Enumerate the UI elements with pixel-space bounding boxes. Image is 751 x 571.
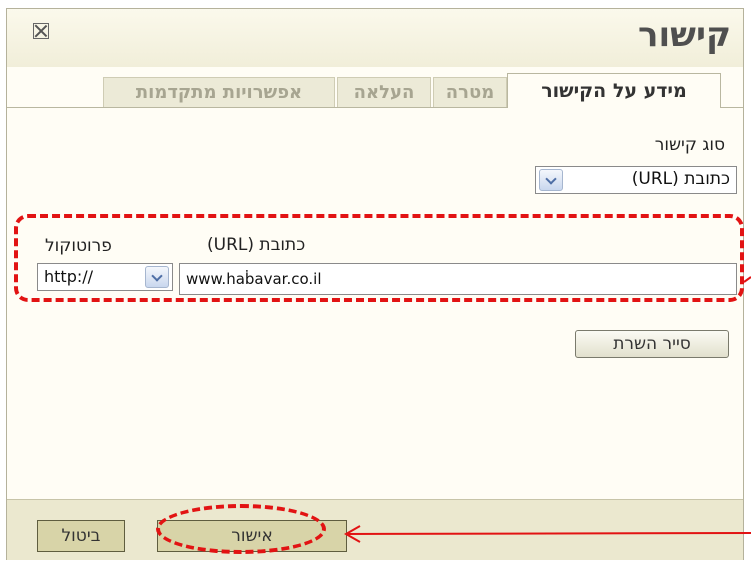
- tab-target[interactable]: מטרה: [433, 77, 507, 107]
- dialog-title: קישור: [638, 15, 731, 55]
- link-type-value: כתובת (URL): [631, 169, 730, 189]
- link-type-select[interactable]: כתובת (URL): [535, 166, 737, 194]
- dialog-title-bar[interactable]: קישור: [7, 9, 743, 67]
- close-icon[interactable]: [33, 23, 49, 39]
- tab-link-info[interactable]: מידע על הקישור: [507, 73, 721, 108]
- chevron-down-icon[interactable]: [539, 169, 563, 191]
- tab-upload[interactable]: העלאה: [337, 77, 431, 107]
- url-input[interactable]: [179, 263, 737, 295]
- browse-server-button[interactable]: סייר השרת: [575, 330, 729, 358]
- chevron-down-icon[interactable]: [145, 266, 169, 288]
- protocol-select[interactable]: http://: [37, 263, 173, 291]
- cancel-button[interactable]: ביטול: [37, 520, 125, 552]
- url-label: כתובת (URL): [207, 235, 306, 255]
- ok-button[interactable]: אישור: [157, 520, 347, 552]
- url-arrow-line: [743, 276, 751, 283]
- protocol-label: פרוטוקול: [45, 236, 112, 256]
- link-dialog: קישור מידע על הקישור מטרה העלאה אפשרויות…: [6, 8, 744, 560]
- tab-advanced-options[interactable]: אפשרויות מתקדמות: [103, 77, 335, 107]
- link-type-label: סוג קישור: [654, 135, 725, 155]
- tab-strip: מידע על הקישור מטרה העלאה אפשרויות מתקדמ…: [7, 69, 743, 108]
- protocol-value: http://: [44, 267, 94, 286]
